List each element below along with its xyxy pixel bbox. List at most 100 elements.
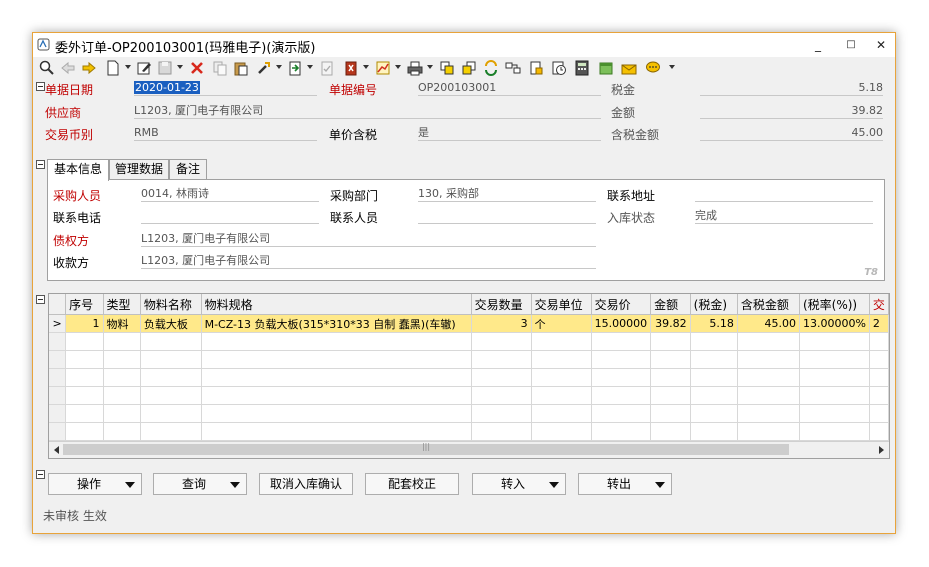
col-header-unit[interactable]: 交易单位 xyxy=(531,294,592,315)
scroll-right-icon[interactable] xyxy=(878,445,886,455)
forward-icon[interactable] xyxy=(81,60,97,76)
payee-field[interactable]: L1203, 厦门电子有限公司 xyxy=(141,253,596,269)
horizontal-scrollbar[interactable]: ||| xyxy=(49,441,889,458)
tools-dropdown-icon[interactable] xyxy=(276,65,282,69)
price-incl-tax-field[interactable]: 是 xyxy=(418,125,601,141)
lock-icon[interactable] xyxy=(528,60,544,76)
tab-basic-info[interactable]: 基本信息 xyxy=(47,159,109,181)
cell-total[interactable]: 45.00 xyxy=(737,314,800,333)
delete-icon[interactable] xyxy=(189,60,205,76)
address-field[interactable] xyxy=(695,186,873,202)
print-icon[interactable] xyxy=(407,60,423,76)
grid-collapse-toggle[interactable] xyxy=(36,295,45,304)
scroll-thumb[interactable]: ||| xyxy=(63,442,789,455)
maximize-button[interactable]: □ xyxy=(836,34,866,56)
paste-icon[interactable] xyxy=(233,60,249,76)
contact-field[interactable] xyxy=(418,208,596,224)
link-icon[interactable] xyxy=(439,60,455,76)
table-row[interactable] xyxy=(49,350,889,369)
audit-icon[interactable] xyxy=(319,60,335,76)
query-button[interactable]: 查询 xyxy=(153,473,247,495)
cell-tax[interactable]: 5.18 xyxy=(690,314,738,333)
col-header-tax[interactable]: (税金) xyxy=(690,294,738,315)
scroll-left-icon[interactable] xyxy=(52,445,60,455)
comment-icon[interactable] xyxy=(645,60,661,76)
cell-no[interactable]: 1 xyxy=(65,314,104,333)
edit-icon[interactable] xyxy=(136,60,152,76)
cell-price[interactable]: 15.00000 xyxy=(591,314,652,333)
minimize-button[interactable]: _ xyxy=(803,34,833,56)
new-dropdown-icon[interactable] xyxy=(125,65,131,69)
table-row[interactable] xyxy=(49,386,889,405)
col-header-price[interactable]: 交易价 xyxy=(591,294,652,315)
table-row[interactable]: > 1 物料 负载大板 M-CZ-13 负载大板(315*310*33 自制 蠢… xyxy=(49,314,889,333)
close-button[interactable]: ✕ xyxy=(866,34,896,56)
actions-collapse-toggle[interactable] xyxy=(36,470,45,479)
transfer-out-button[interactable]: 转出 xyxy=(578,473,672,495)
import-dropdown-icon[interactable] xyxy=(307,65,313,69)
phone-field[interactable] xyxy=(141,208,319,224)
col-header-no[interactable]: 序号 xyxy=(65,294,104,315)
link2-icon[interactable] xyxy=(461,60,477,76)
chart-dropdown-icon[interactable] xyxy=(395,65,401,69)
col-header-spec[interactable]: 物料规格 xyxy=(201,294,472,315)
col-header-amount[interactable]: 金额 xyxy=(650,294,691,315)
cell-spec[interactable]: M-CZ-13 负载大板(315*310*33 自制 蠢黑)(车辙) xyxy=(201,314,472,333)
save-dropdown-icon[interactable] xyxy=(177,65,183,69)
creditor-field[interactable]: L1203, 厦门电子有限公司 xyxy=(141,231,596,247)
tools-icon[interactable] xyxy=(256,60,272,76)
back-icon[interactable] xyxy=(60,60,76,76)
copy-icon[interactable] xyxy=(212,60,228,76)
operate-button[interactable]: 操作 xyxy=(48,473,142,495)
buyer-label: 采购人员 xyxy=(53,189,102,203)
cell-qty[interactable]: 3 xyxy=(471,314,532,333)
cell-rate[interactable]: 13.00000% xyxy=(799,314,870,333)
print-preview-icon[interactable] xyxy=(39,60,55,76)
email-icon[interactable] xyxy=(621,60,637,76)
calculator-icon[interactable] xyxy=(574,60,590,76)
buyer-field[interactable]: 0014, 林雨诗 xyxy=(141,186,319,202)
table-row[interactable] xyxy=(49,332,889,351)
doc-date-label: 单据日期 xyxy=(45,83,94,97)
supplier-field[interactable]: L1203, 厦门电子有限公司 xyxy=(134,103,601,119)
transfer-in-button[interactable]: 转入 xyxy=(472,473,566,495)
note-icon[interactable] xyxy=(598,60,614,76)
col-header-extra[interactable]: 交 xyxy=(869,294,889,315)
cell-type[interactable]: 物料 xyxy=(103,314,141,333)
cell-extra[interactable]: 2 xyxy=(869,314,889,333)
export-dropdown-icon[interactable] xyxy=(363,65,369,69)
dept-field[interactable]: 130, 采购部 xyxy=(418,186,596,202)
clock-icon[interactable] xyxy=(551,60,567,76)
col-header-total[interactable]: 含税金额 xyxy=(737,294,800,315)
kit-check-button[interactable]: 配套校正 xyxy=(365,473,459,495)
cancel-stock-confirm-button[interactable]: 取消入库确认 xyxy=(259,473,353,495)
tab-remarks[interactable]: 备注 xyxy=(169,159,207,179)
chart-icon[interactable] xyxy=(375,60,391,76)
import-icon[interactable] xyxy=(287,60,303,76)
doc-date-field[interactable]: 2020-01-23 xyxy=(134,80,317,96)
col-header-rate[interactable]: (税率(%)) xyxy=(799,294,870,315)
dept-label: 采购部门 xyxy=(330,189,379,203)
export-icon[interactable] xyxy=(343,60,359,76)
print-dropdown-icon[interactable] xyxy=(427,65,433,69)
col-header-qty[interactable]: 交易数量 xyxy=(471,294,532,315)
tabs-collapse-toggle[interactable] xyxy=(36,160,45,169)
table-row[interactable] xyxy=(49,368,889,387)
col-header-type[interactable]: 类型 xyxy=(103,294,141,315)
col-header-name[interactable]: 物料名称 xyxy=(140,294,202,315)
cell-amount[interactable]: 39.82 xyxy=(650,314,691,333)
save-icon[interactable] xyxy=(157,60,173,76)
comment-dropdown-icon[interactable] xyxy=(669,65,675,69)
new-icon[interactable] xyxy=(105,60,121,76)
currency-field[interactable]: RMB xyxy=(134,125,317,141)
tab-management-data[interactable]: 管理数据 xyxy=(109,159,169,179)
table-row[interactable] xyxy=(49,404,889,423)
cell-name[interactable]: 负载大板 xyxy=(140,314,202,333)
cell-unit[interactable]: 个 xyxy=(531,314,592,333)
refresh-icon[interactable] xyxy=(483,60,499,76)
basic-info-panel: 采购人员 0014, 林雨诗 采购部门 130, 采购部 联系地址 联系电话 联… xyxy=(47,179,885,281)
doc-no-field[interactable]: OP200103001 xyxy=(418,80,601,96)
transfer-icon[interactable] xyxy=(505,60,521,76)
header-collapse-toggle[interactable] xyxy=(36,82,45,91)
table-row[interactable] xyxy=(49,422,889,441)
